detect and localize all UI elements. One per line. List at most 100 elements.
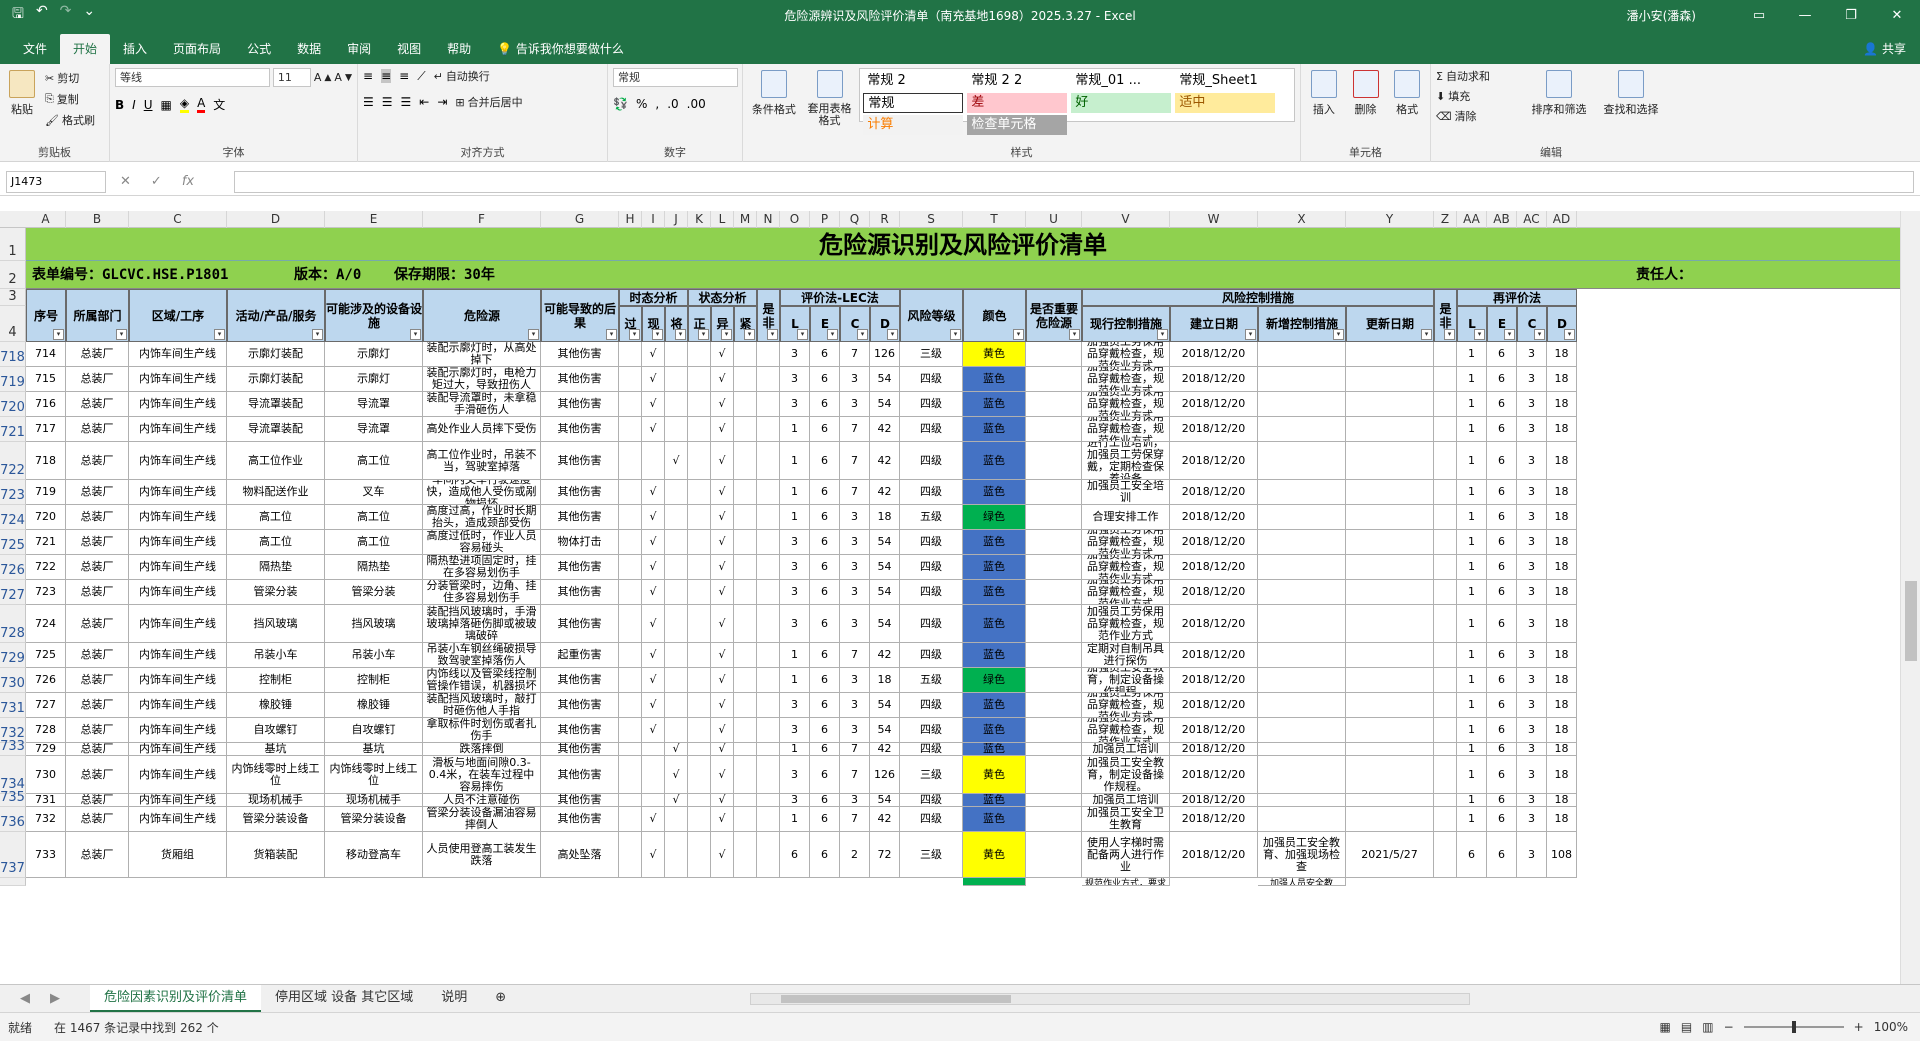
table-cell[interactable]: 3 xyxy=(1517,530,1547,555)
table-cell[interactable]: 54 xyxy=(870,693,900,718)
table-cell[interactable]: 装配示廓灯时，从高处掉下 xyxy=(423,342,541,367)
table-cell[interactable]: 2018/12/20 xyxy=(1170,605,1258,643)
increase-indent-icon[interactable]: ⇥ xyxy=(437,95,447,109)
table-cell[interactable] xyxy=(619,807,642,832)
format-as-table-button[interactable]: 套用表格格式 xyxy=(804,68,856,127)
table-cell[interactable]: 728 xyxy=(26,718,66,743)
table-cell[interactable]: √ xyxy=(711,580,734,605)
table-cell[interactable]: 6 xyxy=(1487,643,1517,668)
row-header[interactable]: 723 xyxy=(0,480,26,505)
table-cell[interactable]: 2021/5/27 xyxy=(1346,832,1434,878)
table-cell[interactable]: 6 xyxy=(1487,505,1517,530)
column-header[interactable]: Y xyxy=(1346,211,1434,228)
table-cell[interactable]: 进行工位培训，加强员工劳保穿戴，定期检查保养设备 xyxy=(1082,442,1170,480)
table-cell[interactable]: 18 xyxy=(1547,555,1577,580)
table-cell[interactable]: 橡胶锤 xyxy=(325,693,423,718)
table-cell[interactable] xyxy=(1434,417,1457,442)
table-cell[interactable]: 高度过低时，作业人员容易碰头 xyxy=(423,530,541,555)
table-cell[interactable]: 四级 xyxy=(900,643,963,668)
table-cell[interactable]: 内饰线以及管梁线控制管操作错误，机器损坏 xyxy=(423,668,541,693)
table-cell[interactable]: 蓝色 xyxy=(963,643,1026,668)
table-cell[interactable] xyxy=(734,392,757,417)
table-cell[interactable]: 加强员工培训 xyxy=(1082,794,1170,807)
table-cell[interactable]: 装配导流罩时，未拿稳手滑砸伤人 xyxy=(423,392,541,417)
table-cell[interactable]: 18 xyxy=(1547,480,1577,505)
table-cell[interactable]: √ xyxy=(711,530,734,555)
table-cell[interactable]: 724 xyxy=(26,605,66,643)
italic-icon[interactable]: I xyxy=(132,98,136,112)
table-cell[interactable] xyxy=(665,643,688,668)
zoom-slider[interactable] xyxy=(1743,1021,1844,1033)
filter-dropdown-icon[interactable]: ▾ xyxy=(1069,329,1080,340)
table-cell[interactable]: 示廓灯 xyxy=(325,367,423,392)
table-cell[interactable]: 隔热垫 xyxy=(227,555,325,580)
table-cell[interactable]: 6 xyxy=(1487,442,1517,480)
add-sheet-icon[interactable]: ⊕ xyxy=(481,985,520,1012)
column-header[interactable]: W xyxy=(1170,211,1258,228)
table-cell[interactable] xyxy=(665,342,688,367)
table-cell[interactable]: 6 xyxy=(810,555,840,580)
table-cell[interactable]: 6 xyxy=(810,718,840,743)
table-cell[interactable]: 6 xyxy=(810,832,840,878)
table-cell[interactable]: 3 xyxy=(1517,693,1547,718)
table-cell[interactable]: 716 xyxy=(26,392,66,417)
table-cell[interactable]: 3 xyxy=(840,605,870,643)
table-cell[interactable]: √ xyxy=(711,643,734,668)
table-cell[interactable]: 内饰车间生产线 xyxy=(129,643,227,668)
table-cell[interactable]: 加强员工劳保用品穿戴检查，规范作业方式 xyxy=(1082,580,1170,605)
table-cell[interactable]: 导流罩 xyxy=(325,417,423,442)
table-cell[interactable]: 719 xyxy=(26,480,66,505)
table-cell[interactable]: 18 xyxy=(1547,668,1577,693)
redo-icon[interactable]: ↷ xyxy=(60,3,72,27)
table-cell[interactable]: 其他伤害 xyxy=(541,505,619,530)
table-cell[interactable]: 18 xyxy=(1547,505,1577,530)
table-cell[interactable]: 装配示廓灯时，电枪力矩过大，导致扭伤人 xyxy=(423,367,541,392)
table-cell[interactable] xyxy=(757,367,780,392)
tab-formulas[interactable]: 公式 xyxy=(234,34,284,64)
table-cell[interactable]: 内饰线零时上线工位 xyxy=(325,756,423,794)
underline-icon[interactable]: U xyxy=(144,98,153,112)
filter-dropdown-icon[interactable]: ▾ xyxy=(1564,329,1575,340)
table-cell[interactable]: 蓝色 xyxy=(963,807,1026,832)
table-cell[interactable]: 18 xyxy=(1547,580,1577,605)
table-cell[interactable] xyxy=(688,743,711,756)
table-cell[interactable]: 1 xyxy=(1457,643,1487,668)
table-cell[interactable]: 6 xyxy=(810,807,840,832)
zoom-out-icon[interactable]: − xyxy=(1724,1020,1734,1034)
table-cell[interactable]: 3 xyxy=(780,392,810,417)
table-cell[interactable]: 加强员工劳保用品穿戴检查，规范作业方式 xyxy=(1082,367,1170,392)
column-header[interactable]: X xyxy=(1258,211,1346,228)
row-header[interactable]: 733 xyxy=(0,739,26,756)
page-break-icon[interactable]: ▥ xyxy=(1702,1020,1713,1034)
table-cell[interactable]: 3 xyxy=(840,668,870,693)
table-cell[interactable] xyxy=(734,718,757,743)
table-cell[interactable]: 总装厂 xyxy=(66,756,129,794)
table-cell[interactable]: 四级 xyxy=(900,480,963,505)
table-cell[interactable]: 6 xyxy=(810,480,840,505)
table-cell[interactable]: 7 xyxy=(840,756,870,794)
table-cell[interactable] xyxy=(1026,442,1082,480)
column-header[interactable]: A xyxy=(26,211,66,228)
table-cell[interactable]: 54 xyxy=(870,530,900,555)
table-cell[interactable]: √ xyxy=(642,342,665,367)
table-cell[interactable]: 1 xyxy=(780,417,810,442)
table-cell[interactable]: 54 xyxy=(870,605,900,643)
table-cell[interactable]: 导流罩装配 xyxy=(227,417,325,442)
table-cell[interactable]: 其他伤害 xyxy=(541,605,619,643)
filter-dropdown-icon[interactable]: ▾ xyxy=(797,329,808,340)
table-cell[interactable]: 18 xyxy=(1547,530,1577,555)
table-cell[interactable]: 定期对自制吊具进行探伤 xyxy=(1082,643,1170,668)
table-cell[interactable]: 3 xyxy=(1517,580,1547,605)
table-cell[interactable]: 其他伤害 xyxy=(541,756,619,794)
table-cell[interactable]: 装配挡风玻璃时，手滑玻璃掉落砸伤脚或被玻璃破碎 xyxy=(423,605,541,643)
table-cell[interactable] xyxy=(665,505,688,530)
table-cell[interactable]: √ xyxy=(711,555,734,580)
table-cell[interactable]: 6 xyxy=(1487,756,1517,794)
table-cell[interactable]: 管梁分装 xyxy=(325,580,423,605)
zoom-thumb[interactable] xyxy=(1791,1021,1796,1033)
column-header[interactable]: G xyxy=(541,211,619,228)
table-cell[interactable]: 橡胶锤 xyxy=(227,693,325,718)
row-header[interactable]: 725 xyxy=(0,530,26,555)
table-cell[interactable]: 内饰车间生产线 xyxy=(129,480,227,505)
sub-header[interactable]: C ▾ xyxy=(840,306,870,342)
